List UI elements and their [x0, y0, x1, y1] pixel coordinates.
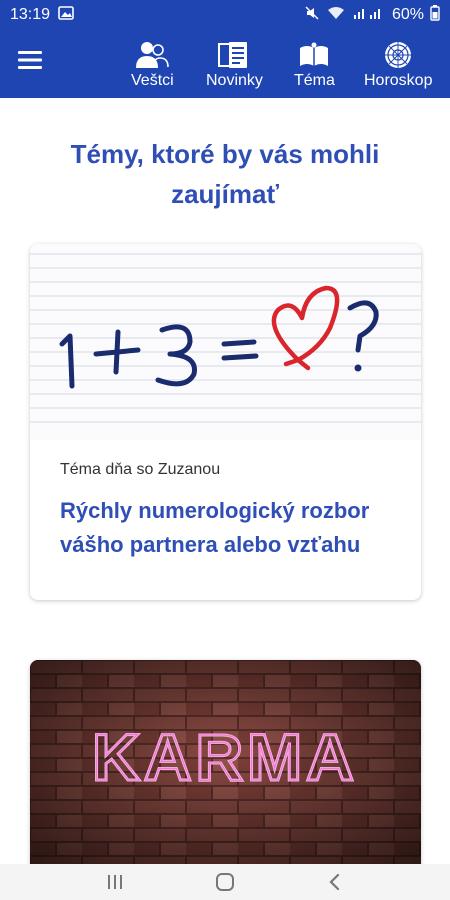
nav-item-vestci[interactable]: Veštci: [131, 38, 174, 90]
wifi-icon: [326, 5, 346, 26]
nav-item-horoskop[interactable]: Horoskop: [364, 38, 432, 90]
status-bar: 13:19 60%: [0, 0, 450, 30]
nav-item-tema[interactable]: Téma: [294, 38, 335, 90]
signal-icon: [352, 6, 386, 25]
recent-apps-icon[interactable]: [95, 867, 135, 897]
nav-label: Veštci: [131, 72, 174, 89]
app-bar: Veštci Novinky Téma Horoskop: [0, 30, 450, 98]
home-icon[interactable]: [205, 867, 245, 897]
back-icon[interactable]: [315, 867, 355, 897]
image-icon: [58, 5, 74, 25]
svg-text:KARMA: KARMA: [92, 720, 358, 794]
topic-card[interactable]: Téma dňa so Zuzanou Rýchly numerologický…: [30, 244, 421, 600]
nav-label: Novinky: [206, 72, 263, 89]
section-title: Témy, ktoré by vás mohli zaujímať: [70, 139, 380, 209]
battery-icon: [430, 4, 440, 26]
battery-percent: 60%: [391, 6, 424, 23]
mute-icon: [304, 5, 320, 26]
book-icon: [294, 38, 334, 72]
news-icon: [214, 38, 254, 72]
nav-label: Horoskop: [364, 72, 433, 89]
nav-item-novinky[interactable]: Novinky: [206, 38, 263, 90]
zodiac-wheel-icon: [378, 38, 418, 72]
card-image-karma: KARMA KARMA: [30, 660, 421, 864]
main-content[interactable]: Témy, ktoré by vás mohli zaujímať Téma d…: [0, 98, 450, 864]
status-time: 13:19: [10, 6, 51, 23]
people-icon: [132, 38, 172, 72]
topic-card-karma[interactable]: KARMA KARMA: [30, 660, 421, 864]
hamburger-menu-icon[interactable]: [18, 50, 52, 76]
card-subtitle: Téma dňa so Zuzanou: [60, 461, 221, 478]
nav-label: Téma: [294, 72, 335, 89]
card-image-numerology: [30, 244, 421, 440]
card-title[interactable]: Rýchly numerologický rozbor vášho partne…: [60, 494, 391, 562]
system-nav-bar: [0, 864, 450, 900]
